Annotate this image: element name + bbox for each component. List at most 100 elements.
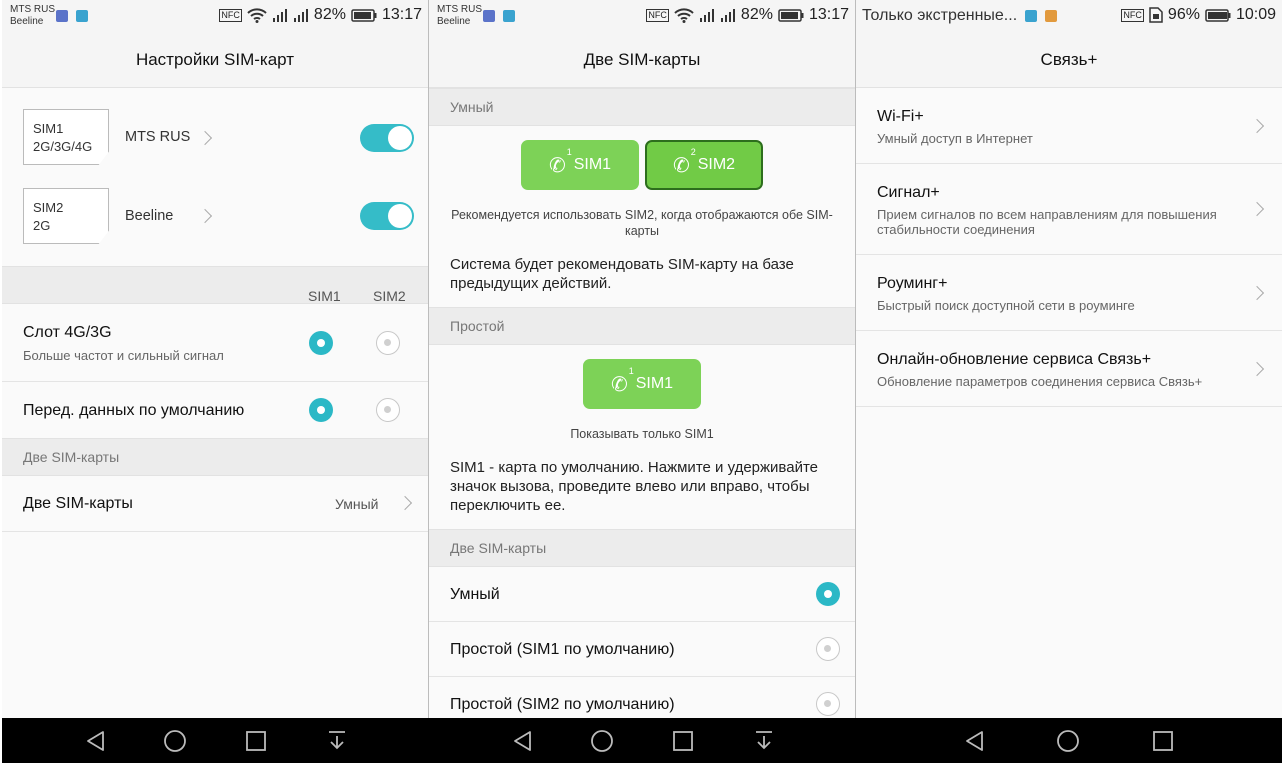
clock: 13:17	[381, 6, 422, 23]
carrier-2-label: Beeline	[437, 16, 471, 27]
chevron-right-icon	[197, 130, 213, 146]
dual-sim-title: Две SIM-карты	[23, 495, 133, 512]
simple-caption: Показывать только SIM1	[570, 427, 714, 441]
section-dual-sim: Две SIM-карты	[2, 438, 428, 476]
wifi-icon	[674, 8, 694, 23]
chevron-right-icon	[1249, 201, 1265, 217]
battery-percent: 96%	[1167, 6, 1200, 23]
status-right: NFC 82% 13:17	[646, 6, 849, 24]
smart-sim2-label: SIM2	[697, 156, 736, 173]
home-icon[interactable]	[590, 729, 614, 753]
option-simple-sim1-radio[interactable]	[816, 637, 840, 661]
phone-icon: ✆ 1	[548, 146, 572, 177]
back-icon[interactable]	[511, 729, 535, 753]
signal-2-icon	[720, 9, 735, 22]
nfc-icon: NFC	[1121, 8, 1144, 22]
simple-sim1-label: SIM1	[635, 375, 674, 392]
nfc-icon: NFC	[219, 8, 242, 22]
chevron-right-icon	[197, 208, 213, 224]
gallery-icon	[76, 10, 88, 22]
option-simple-sim2-row[interactable]: Простой (SIM2 по умолчанию)	[429, 677, 855, 718]
option-simple-sim1-label: Простой (SIM1 по умолчанию)	[450, 641, 675, 658]
wifi-plus-row[interactable]: Wi-Fi+ Умный доступ в Интернет	[856, 88, 1282, 164]
sim1-card-icon: SIM1 2G/3G/4G	[23, 109, 109, 165]
slot-4g-row: Слот 4G/3G Больше частот и сильный сигна…	[2, 304, 428, 382]
carrier-names: MTS RUS Beeline	[10, 4, 55, 28]
recents-icon[interactable]	[244, 729, 268, 753]
option-simple-sim2-radio[interactable]	[816, 692, 840, 716]
battery-icon	[1205, 8, 1231, 22]
option-smart-radio[interactable]	[816, 582, 840, 606]
smart-sim1-label: SIM1	[573, 156, 612, 173]
battery-icon	[351, 8, 377, 22]
recents-icon[interactable]	[1151, 729, 1175, 753]
status-right: NFC 82% 13:17	[219, 6, 422, 24]
wifi-notification-icon	[1045, 10, 1057, 22]
chevron-right-icon	[1249, 361, 1265, 377]
online-update-subtitle: Обновление параметров соединения сервиса…	[877, 374, 1203, 389]
phone-icon: ✆ 1	[610, 365, 634, 396]
dual-sim-value: Умный	[335, 496, 379, 512]
notification-pulldown-icon[interactable]	[325, 729, 349, 753]
notification-pulldown-icon[interactable]	[752, 729, 776, 753]
chevron-right-icon	[1249, 285, 1265, 301]
back-icon[interactable]	[963, 729, 987, 753]
roaming-plus-row[interactable]: Роуминг+ Быстрый поиск доступной сети в …	[856, 255, 1282, 331]
sim1-toggle[interactable]	[360, 124, 414, 152]
gallery-icon	[503, 10, 515, 22]
option-simple-sim2-label: Простой (SIM2 по умолчанию)	[450, 696, 675, 713]
data-sim1-radio[interactable]	[309, 398, 333, 422]
home-icon[interactable]	[1056, 729, 1080, 753]
status-notice: Только экстренные...	[862, 7, 1018, 24]
online-update-row[interactable]: Онлайн-обновление сервиса Связь+ Обновле…	[856, 331, 1282, 407]
sim1-row[interactable]: SIM1 2G/3G/4G MTS RUS	[2, 88, 428, 176]
clock: 13:17	[808, 6, 849, 23]
page-title: Настройки SIM-карт	[2, 32, 428, 88]
battery-icon	[778, 8, 804, 22]
section-smart: Умный	[429, 88, 855, 126]
carrier-names: MTS RUS Beeline	[437, 4, 482, 28]
data-sim2-radio[interactable]	[376, 398, 400, 422]
signal-1-icon	[699, 9, 714, 22]
status-bar: MTS RUS Beeline NFC 82% 13:17	[2, 0, 428, 32]
wifi-icon	[247, 8, 267, 23]
smart-sim1-button[interactable]: ✆ 1 SIM1	[521, 140, 639, 190]
back-icon[interactable]	[84, 729, 108, 753]
smart-description: Система будет рекомендовать SIM-карту на…	[450, 256, 794, 292]
sim2-operator: Beeline	[125, 208, 174, 224]
dual-sim-row[interactable]: Две SIM-карты Умный	[2, 476, 428, 532]
data-default-row: Перед. данных по умолчанию	[2, 382, 428, 438]
option-smart-label: Умный	[450, 586, 500, 603]
phone-icon: ✆ 2	[672, 146, 696, 177]
sim1-badge: 1	[628, 365, 634, 376]
sim1-badge: 1	[566, 146, 572, 157]
status-right: NFC 96% 10:09	[1121, 6, 1276, 24]
simple-description: SIM1 - карта по умолчанию. Нажмите и уде…	[450, 459, 818, 514]
notification-icon	[483, 10, 495, 22]
home-icon[interactable]	[163, 729, 187, 753]
roaming-plus-title: Роуминг+	[877, 275, 948, 292]
sim-card-icon	[1149, 7, 1163, 23]
carrier-1-label: MTS RUS	[437, 4, 482, 15]
signal-plus-row[interactable]: Сигнал+ Прием сигналов по всем направлен…	[856, 164, 1282, 255]
sim2-toggle[interactable]	[360, 202, 414, 230]
recents-icon[interactable]	[671, 729, 695, 753]
navigation-bar	[2, 718, 1282, 763]
option-simple-sim1-row[interactable]: Простой (SIM1 по умолчанию)	[429, 622, 855, 677]
sim2-row[interactable]: SIM2 2G Beeline	[2, 176, 428, 266]
carrier-1-label: MTS RUS	[10, 4, 55, 15]
online-update-title: Онлайн-обновление сервиса Связь+	[877, 351, 1152, 368]
carrier-2-label: Beeline	[10, 16, 44, 27]
slot-title: Слот 4G/3G	[23, 324, 112, 341]
smart-caption: Рекомендуется использовать SIM2, когда о…	[451, 208, 833, 238]
status-bar: Только экстренные... NFC 96% 10:09	[856, 0, 1282, 32]
option-smart-row[interactable]: Умный	[429, 567, 855, 622]
chevron-right-icon	[397, 495, 413, 511]
slot-sim1-radio[interactable]	[309, 331, 333, 355]
smart-sim2-button[interactable]: ✆ 2 SIM2	[645, 140, 763, 190]
wifi-plus-subtitle: Умный доступ в Интернет	[877, 131, 1033, 146]
gallery-icon	[1025, 10, 1037, 22]
simple-sim1-button[interactable]: ✆ 1 SIM1	[583, 359, 701, 409]
signal-plus-subtitle: Прием сигналов по всем направлениям для …	[877, 207, 1217, 237]
slot-sim2-radio[interactable]	[376, 331, 400, 355]
